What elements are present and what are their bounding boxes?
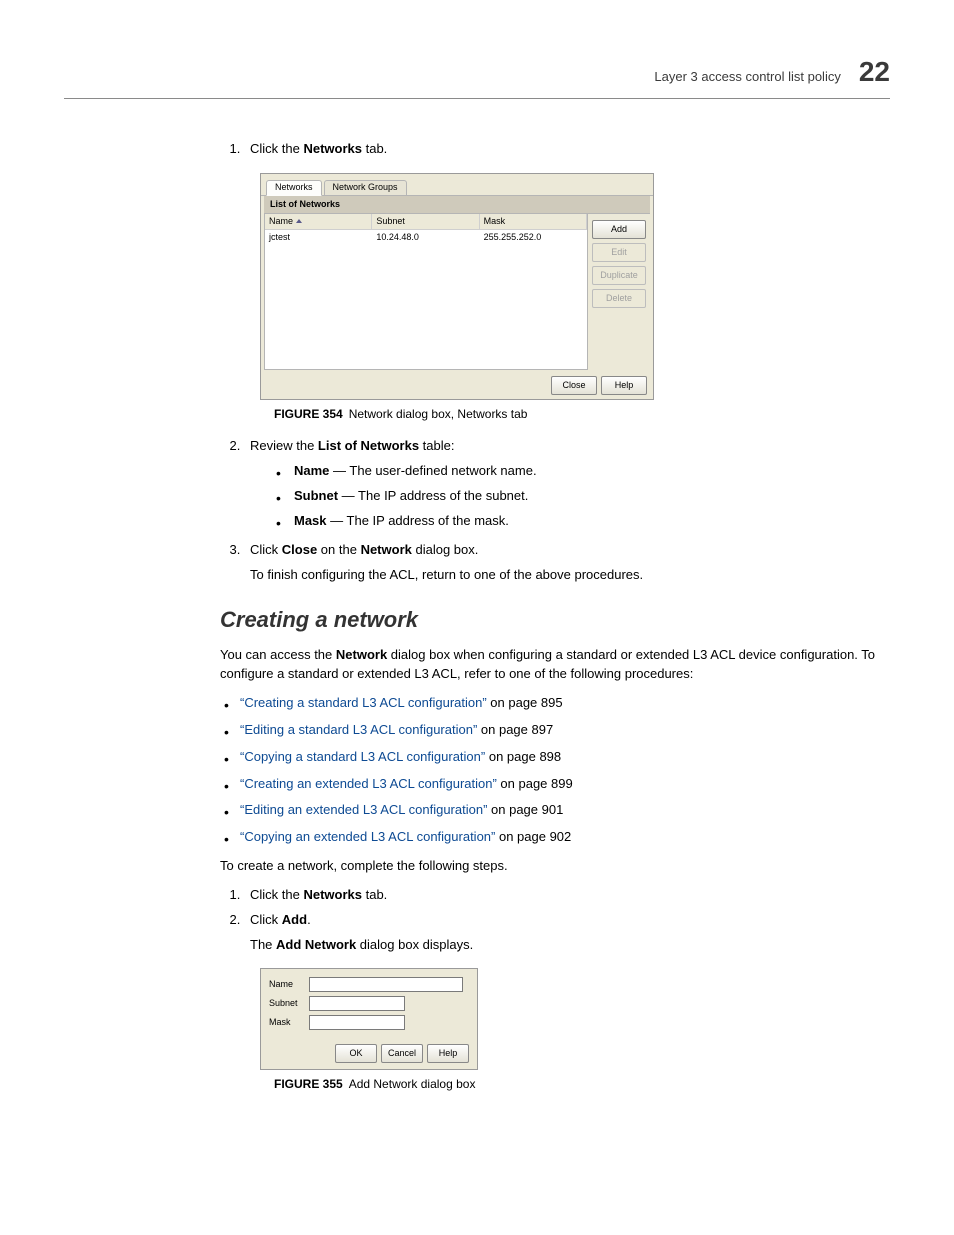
step-3-extra: To finish configuring the ACL, return to… bbox=[250, 566, 890, 585]
add-dialog-footer: OK Cancel Help bbox=[269, 1044, 469, 1063]
link-item-2: “Copying a standard L3 ACL configuration… bbox=[220, 748, 890, 767]
step-3: Click Close on the Network dialog box. T… bbox=[244, 541, 890, 585]
button-column: Add Edit Duplicate Delete bbox=[588, 214, 650, 370]
ok-button[interactable]: OK bbox=[335, 1044, 377, 1063]
page: Layer 3 access control list policy 22 Cl… bbox=[0, 0, 954, 1235]
section-heading: Creating a network bbox=[220, 604, 890, 636]
cell-mask: 255.255.252.0 bbox=[480, 230, 587, 245]
table-wrap: Name Subnet Mask jctest 10.24.48.0 255.2… bbox=[264, 214, 650, 370]
help-button[interactable]: Help bbox=[427, 1044, 469, 1063]
chapter-number: 22 bbox=[859, 58, 890, 86]
link-item-0: “Creating a standard L3 ACL configuratio… bbox=[220, 694, 890, 713]
lead-2: To create a network, complete the follow… bbox=[220, 857, 890, 876]
section-intro: You can access the Network dialog box wh… bbox=[220, 646, 890, 684]
mask-field[interactable] bbox=[309, 1015, 405, 1030]
col-subnet[interactable]: Subnet bbox=[372, 214, 479, 229]
cancel-button[interactable]: Cancel bbox=[381, 1044, 423, 1063]
label-name: Name bbox=[269, 978, 305, 991]
figure-354: Networks Network Groups List of Networks… bbox=[260, 173, 654, 400]
create-step-2: Click Add. The Add Network dialog box di… bbox=[244, 911, 890, 955]
link-3[interactable]: “Creating an extended L3 ACL configurati… bbox=[240, 776, 497, 791]
duplicate-button: Duplicate bbox=[592, 266, 646, 285]
table-header: Name Subnet Mask bbox=[265, 214, 587, 230]
link-4[interactable]: “Editing an extended L3 ACL configuratio… bbox=[240, 802, 487, 817]
row-name: Name bbox=[269, 977, 469, 992]
link-item-4: “Editing an extended L3 ACL configuratio… bbox=[220, 801, 890, 820]
figure-355-caption: FIGURE 355Add Network dialog box bbox=[274, 1076, 890, 1093]
tab-network-groups[interactable]: Network Groups bbox=[324, 180, 407, 196]
name-field[interactable] bbox=[309, 977, 463, 992]
table-row[interactable]: jctest 10.24.48.0 255.255.252.0 bbox=[265, 230, 587, 245]
col-name[interactable]: Name bbox=[265, 214, 372, 229]
step-2: Review the List of Networks table: Name … bbox=[244, 437, 890, 530]
bullet-mask: Mask — The IP address of the mask. bbox=[276, 512, 890, 531]
col-mask[interactable]: Mask bbox=[480, 214, 587, 229]
cell-subnet: 10.24.48.0 bbox=[372, 230, 479, 245]
running-title: Layer 3 access control list policy bbox=[654, 69, 840, 84]
subnet-field[interactable] bbox=[309, 996, 405, 1011]
add-network-dialog: Name Subnet Mask OK Cancel Help bbox=[260, 968, 478, 1070]
delete-button: Delete bbox=[592, 289, 646, 308]
link-1[interactable]: “Editing a standard L3 ACL configuration… bbox=[240, 722, 477, 737]
step2-bullets: Name — The user-defined network name. Su… bbox=[276, 462, 890, 531]
row-subnet: Subnet bbox=[269, 996, 469, 1011]
link-item-1: “Editing a standard L3 ACL configuration… bbox=[220, 721, 890, 740]
tabs-row: Networks Network Groups bbox=[261, 174, 653, 196]
bullet-name: Name — The user-defined network name. bbox=[276, 462, 890, 481]
network-dialog: Networks Network Groups List of Networks… bbox=[260, 173, 654, 400]
link-0[interactable]: “Creating a standard L3 ACL configuratio… bbox=[240, 695, 487, 710]
figure-354-caption: FIGURE 354Network dialog box, Networks t… bbox=[274, 406, 890, 423]
cell-name: jctest bbox=[265, 230, 372, 245]
tab-networks[interactable]: Networks bbox=[266, 180, 322, 196]
link-5[interactable]: “Copying an extended L3 ACL configuratio… bbox=[240, 829, 495, 844]
edit-button: Edit bbox=[592, 243, 646, 262]
help-button[interactable]: Help bbox=[601, 376, 647, 395]
add-button[interactable]: Add bbox=[592, 220, 646, 239]
create-step-1: Click the Networks tab. bbox=[244, 886, 890, 905]
list-subhead: List of Networks bbox=[264, 196, 650, 214]
label-mask: Mask bbox=[269, 1016, 305, 1029]
bullet-subnet: Subnet — The IP address of the subnet. bbox=[276, 487, 890, 506]
label-subnet: Subnet bbox=[269, 997, 305, 1010]
content: Click the Networks tab. Networks Network… bbox=[220, 140, 890, 1108]
steps-top: Click the Networks tab. bbox=[220, 140, 890, 159]
step-1: Click the Networks tab. bbox=[244, 140, 890, 159]
close-button[interactable]: Close bbox=[551, 376, 597, 395]
figure-355: Name Subnet Mask OK Cancel Help bbox=[260, 968, 478, 1070]
link-2[interactable]: “Copying a standard L3 ACL configuration… bbox=[240, 749, 485, 764]
link-item-5: “Copying an extended L3 ACL configuratio… bbox=[220, 828, 890, 847]
row-mask: Mask bbox=[269, 1015, 469, 1030]
link-item-3: “Creating an extended L3 ACL configurati… bbox=[220, 775, 890, 794]
steps-create: Click the Networks tab. Click Add. The A… bbox=[220, 886, 890, 955]
running-head: Layer 3 access control list policy 22 bbox=[654, 58, 890, 86]
dialog-footer: Close Help bbox=[261, 370, 653, 395]
sort-asc-icon bbox=[296, 219, 302, 223]
header-rule bbox=[64, 98, 890, 99]
create-step-2-extra: The Add Network dialog box displays. bbox=[250, 936, 890, 955]
steps-top-continued: Review the List of Networks table: Name … bbox=[220, 437, 890, 584]
networks-table[interactable]: Name Subnet Mask jctest 10.24.48.0 255.2… bbox=[264, 214, 588, 370]
link-list: “Creating a standard L3 ACL configuratio… bbox=[220, 694, 890, 847]
